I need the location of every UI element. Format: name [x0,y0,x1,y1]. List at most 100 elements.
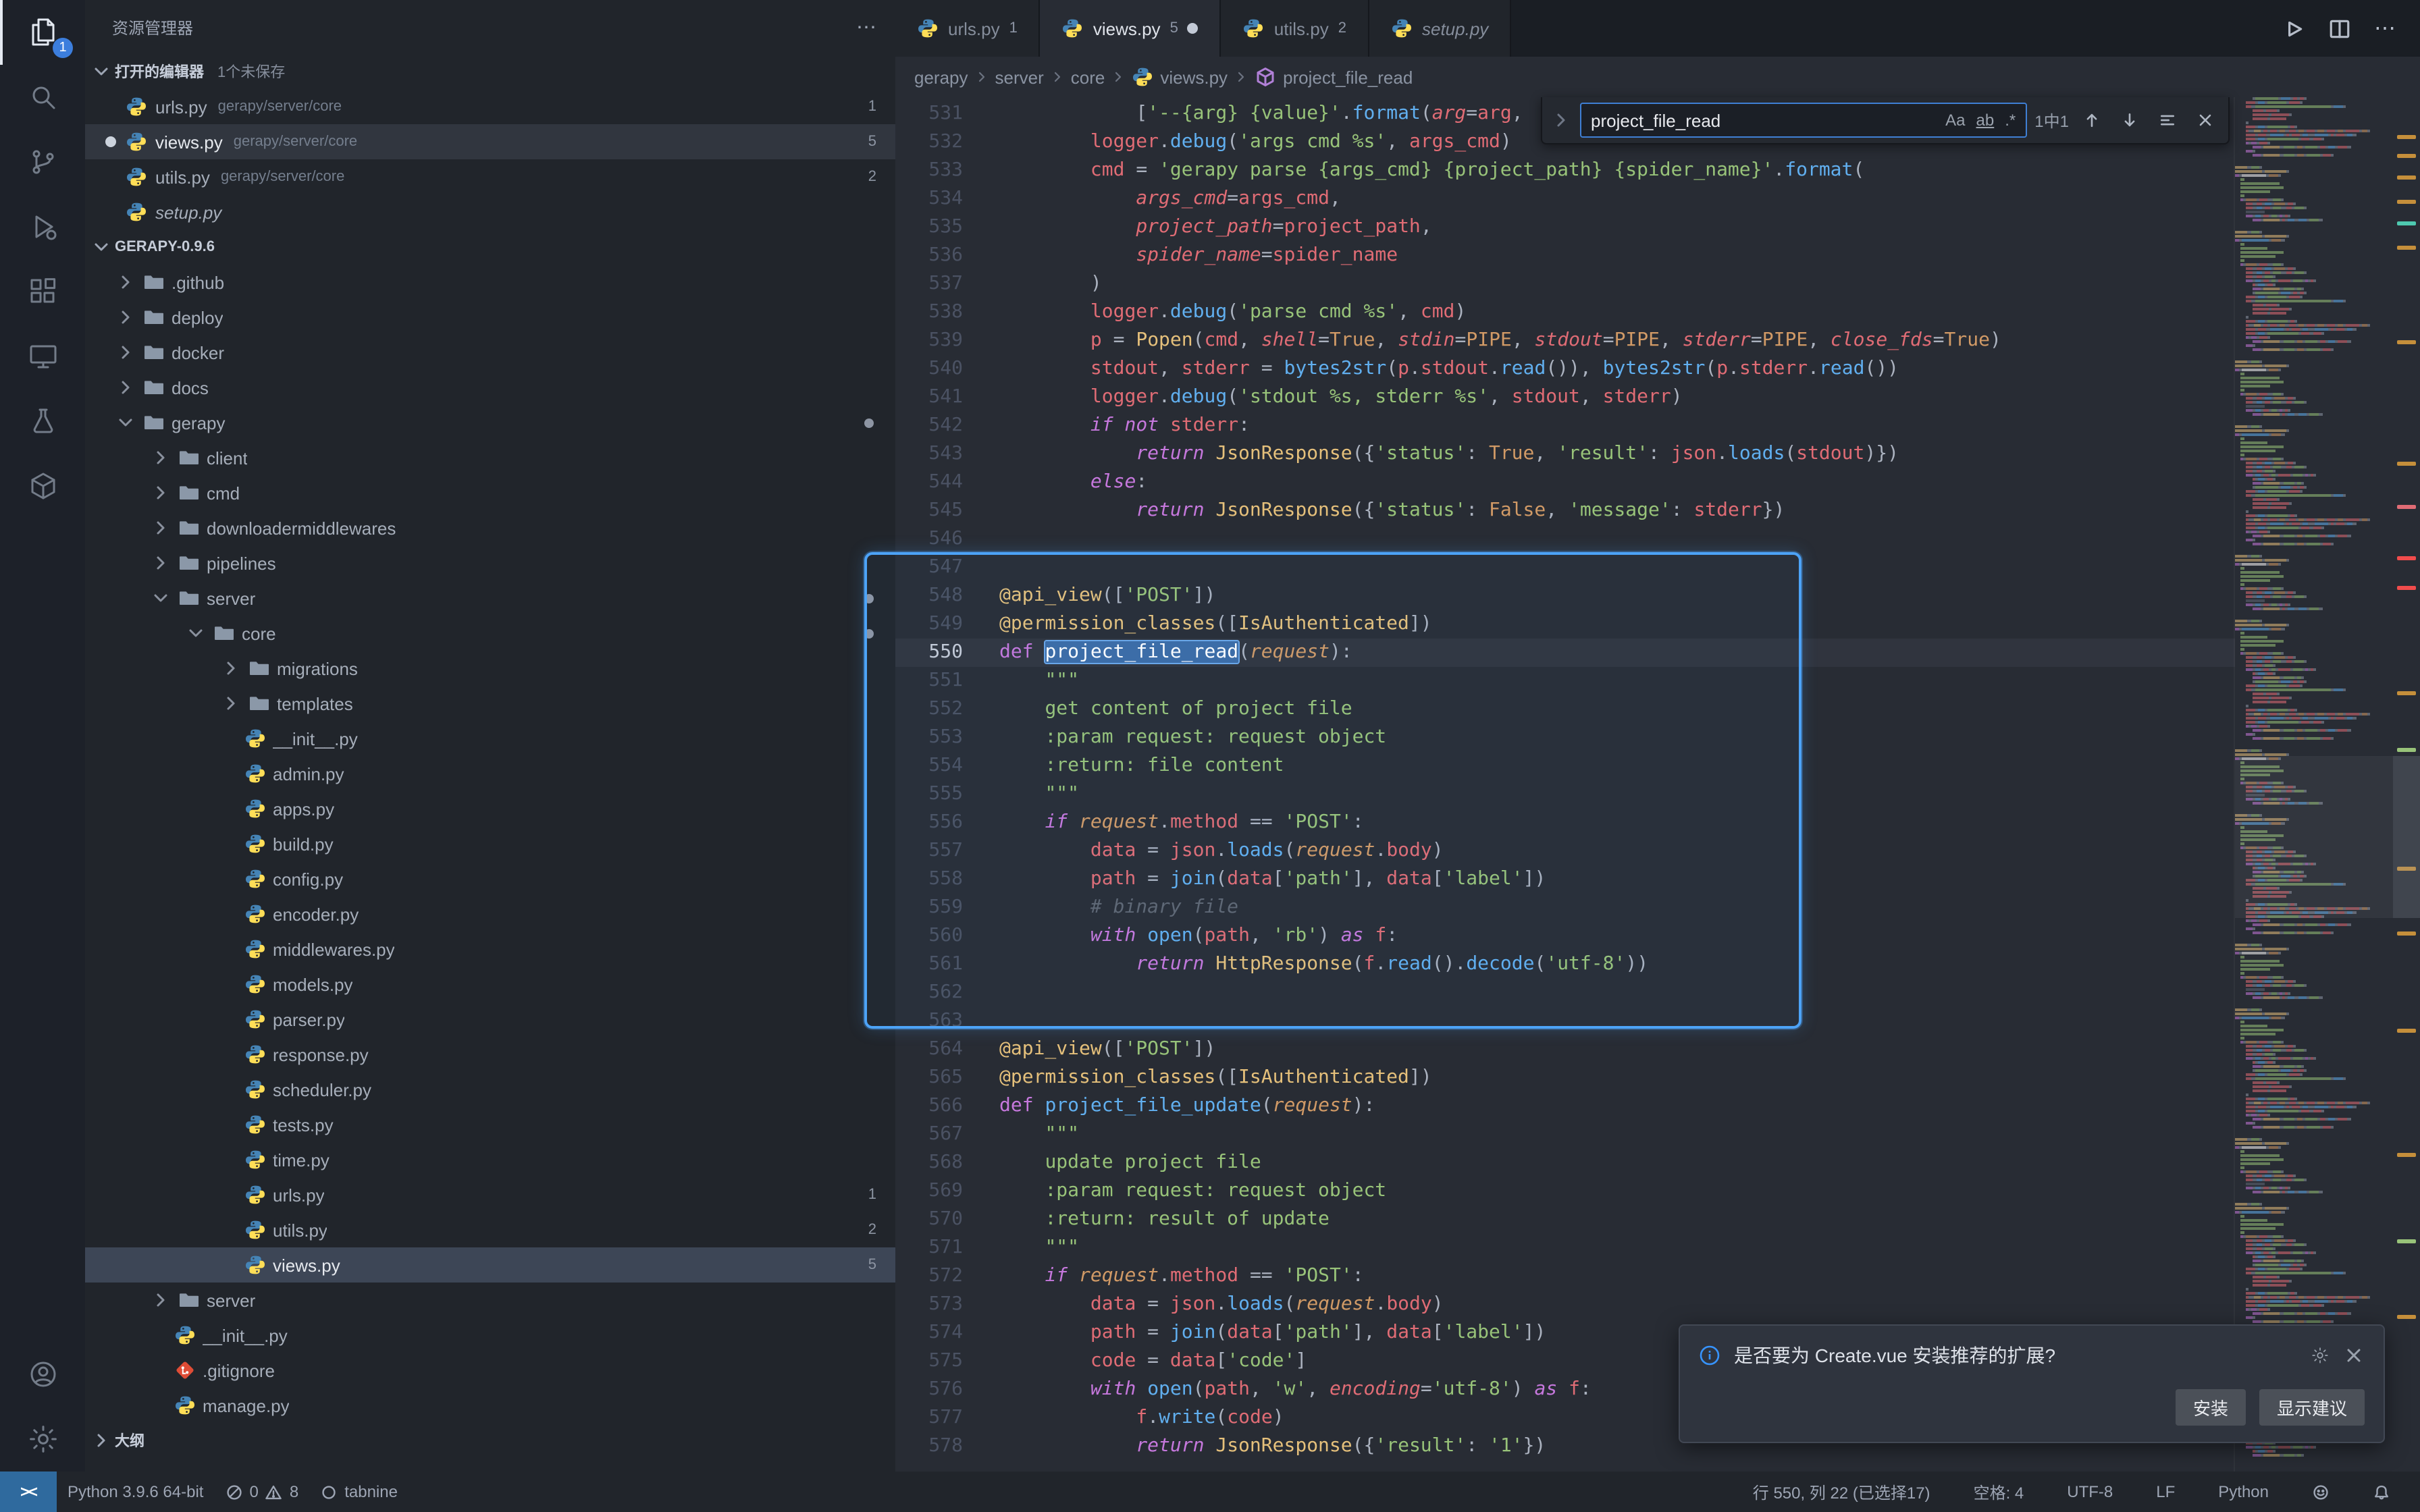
split-editor-button[interactable] [2320,9,2358,47]
section-project[interactable]: GERAPY-0.9.6 [85,230,895,265]
tree-item-scheduler.py[interactable]: scheduler.py [85,1072,895,1107]
line-number[interactable]: 546 [895,525,999,554]
line-content[interactable] [999,525,2235,554]
line-content[interactable]: args_cmd=args_cmd, [999,185,2235,213]
line-content[interactable] [999,554,2235,582]
code-line-552[interactable]: 552 get content of project file [895,695,2235,724]
line-content[interactable]: if not stderr: [999,412,2235,440]
code-line-563[interactable]: 563 [895,1007,2235,1035]
regex-toggle[interactable]: .* [2005,111,2016,130]
line-number[interactable]: 571 [895,1234,999,1262]
line-content[interactable]: update project file [999,1149,2235,1177]
python-interpreter[interactable]: Python 3.9.6 64-bit [57,1472,214,1512]
tree-item-urls.py[interactable]: urls.py1 [85,1177,895,1212]
line-number[interactable]: 576 [895,1376,999,1404]
line-content[interactable]: with open(path, 'rb') as f: [999,922,2235,950]
open-editor-setup.py[interactable]: setup.py [85,194,895,230]
code-line-565[interactable]: 565@permission_classes([IsAuthenticated]… [895,1064,2235,1092]
line-content[interactable]: @api_view(['POST']) [999,1035,2235,1064]
language-mode[interactable]: Python [2207,1472,2280,1512]
line-content[interactable]: else: [999,468,2235,497]
code-line-536[interactable]: 536 spider_name=spider_name [895,242,2235,270]
line-content[interactable]: return HttpResponse(f.read().decode('utf… [999,950,2235,979]
line-number[interactable]: 554 [895,752,999,780]
toggle-replace-icon[interactable] [1550,109,1572,131]
line-content[interactable]: return JsonResponse({'status': True, 're… [999,440,2235,468]
code-line-535[interactable]: 535 project_path=project_path, [895,213,2235,242]
line-number[interactable]: 573 [895,1291,999,1319]
line-number[interactable]: 536 [895,242,999,270]
code-line-550[interactable]: 550def project_file_read(request): [895,639,2235,667]
activity-extensions[interactable] [0,259,85,324]
line-content[interactable]: :param request: request object [999,724,2235,752]
line-number[interactable]: 533 [895,157,999,185]
line-content[interactable]: """ [999,1234,2235,1262]
more-actions-icon[interactable]: ⋯ [856,15,876,39]
line-content[interactable]: logger.debug('stdout %s, stderr %s', std… [999,383,2235,412]
tree-item-server[interactable]: server [85,1282,895,1318]
eol[interactable]: LF [2145,1472,2186,1512]
activity-source-control[interactable] [0,130,85,194]
line-number[interactable]: 561 [895,950,999,979]
activity-testing[interactable] [0,389,85,454]
previous-match-button[interactable] [2077,105,2107,135]
line-number[interactable]: 531 [895,100,999,128]
breadcrumb-gerapy[interactable]: gerapy [914,67,968,87]
open-editor-urls.py[interactable]: urls.pygerapy/server/core1 [85,89,895,124]
code-line-555[interactable]: 555 """ [895,780,2235,809]
breadcrumb-server[interactable]: server [995,67,1044,87]
code-line-573[interactable]: 573 data = json.loads(request.body) [895,1291,2235,1319]
line-content[interactable]: """ [999,780,2235,809]
line-content[interactable]: get content of project file [999,695,2235,724]
close-find-button[interactable] [2190,105,2220,135]
tree-item-__init__.py[interactable]: __init__.py [85,1318,895,1353]
line-number[interactable]: 553 [895,724,999,752]
code-line-543[interactable]: 543 return JsonResponse({'status': True,… [895,440,2235,468]
code-line-533[interactable]: 533 cmd = 'gerapy parse {args_cmd} {proj… [895,157,2235,185]
code-area[interactable]: 531 ['--{arg} {value}'.format(arg=arg,53… [895,97,2235,1472]
line-number[interactable]: 555 [895,780,999,809]
line-content[interactable] [999,1007,2235,1035]
line-number[interactable]: 542 [895,412,999,440]
line-number[interactable]: 559 [895,894,999,922]
tab-urls.py[interactable]: urls.py1 [895,0,1041,57]
activity-account[interactable] [0,1342,85,1407]
code-line-557[interactable]: 557 data = json.loads(request.body) [895,837,2235,865]
tree-item-utils.py[interactable]: utils.py2 [85,1212,895,1247]
code-line-539[interactable]: 539 p = Popen(cmd, shell=True, stdin=PIP… [895,327,2235,355]
code-line-544[interactable]: 544 else: [895,468,2235,497]
code-line-572[interactable]: 572 if request.method == 'POST': [895,1262,2235,1291]
tree-item-response.py[interactable]: response.py [85,1037,895,1072]
cursor-position[interactable]: 行 550, 列 22 (已选择17) [1742,1472,1941,1512]
line-number[interactable]: 551 [895,667,999,695]
code-line-537[interactable]: 537 ) [895,270,2235,298]
line-content[interactable]: data = json.loads(request.body) [999,1291,2235,1319]
code-line-568[interactable]: 568 update project file [895,1149,2235,1177]
line-content[interactable]: if request.method == 'POST': [999,809,2235,837]
line-number[interactable]: 558 [895,865,999,894]
activity-remote-explorer[interactable] [0,324,85,389]
line-content[interactable]: if request.method == 'POST': [999,1262,2235,1291]
line-number[interactable]: 566 [895,1092,999,1120]
line-number[interactable]: 548 [895,582,999,610]
line-number[interactable]: 564 [895,1035,999,1064]
line-number[interactable]: 539 [895,327,999,355]
tree-item-gerapy[interactable]: gerapy [85,405,895,440]
line-number[interactable]: 547 [895,554,999,582]
breadcrumb-core[interactable]: core [1071,67,1105,87]
line-content[interactable]: """ [999,1120,2235,1149]
remote-indicator[interactable]: >< [0,1472,57,1512]
code-line-541[interactable]: 541 logger.debug('stdout %s, stderr %s',… [895,383,2235,412]
encoding[interactable]: UTF-8 [2056,1472,2124,1512]
problems-indicator[interactable]: 08 [214,1472,309,1512]
line-content[interactable]: project_path=project_path, [999,213,2235,242]
activity-settings[interactable] [0,1407,85,1472]
line-number[interactable]: 567 [895,1120,999,1149]
code-line-560[interactable]: 560 with open(path, 'rb') as f: [895,922,2235,950]
line-number[interactable]: 532 [895,128,999,157]
line-content[interactable]: # binary file [999,894,2235,922]
tree-item-config.py[interactable]: config.py [85,861,895,896]
code-line-548[interactable]: 548@api_view(['POST']) [895,582,2235,610]
line-number[interactable]: 578 [895,1432,999,1461]
tree-item-build.py[interactable]: build.py [85,826,895,861]
